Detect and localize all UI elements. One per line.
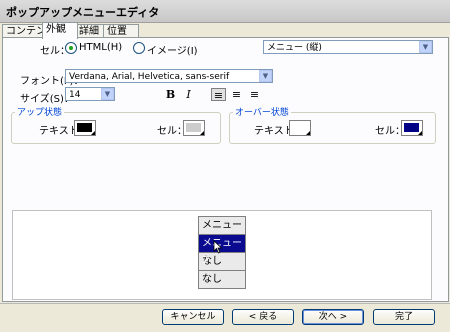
chevron-down-icon: ▼: [259, 70, 272, 82]
footer-separator: [0, 303, 450, 304]
chevron-down-icon: ▼: [419, 41, 432, 53]
title-bar: ポップアップメニューエディタ: [0, 0, 450, 23]
up-state-title: アップ状態: [15, 105, 65, 118]
menu-preview: メニュー1 メニュー2 なし なし: [12, 210, 432, 300]
orientation-select[interactable]: メニュー (縦) ▼: [263, 40, 433, 54]
up-text-color-picker[interactable]: [74, 120, 96, 136]
up-cell-color-swatch: [186, 123, 201, 132]
picker-arrow-icon: [418, 131, 422, 135]
over-cell-color-swatch: [404, 123, 419, 132]
up-text-color-swatch: [77, 123, 92, 132]
chevron-down-icon: ▼: [101, 88, 114, 100]
align-center-button[interactable]: ≡: [229, 88, 244, 101]
font-value: Verdana, Arial, Helvetica, sans-serif: [69, 72, 230, 82]
up-cell-color-picker[interactable]: [183, 120, 205, 136]
align-center-icon: ≡: [231, 88, 242, 101]
over-cell-color-picker[interactable]: [401, 120, 423, 136]
bold-button[interactable]: B: [163, 88, 178, 101]
window-title: ポップアップメニューエディタ: [6, 6, 160, 19]
back-button[interactable]: < 戻る: [232, 309, 294, 325]
orientation-value: メニュー (縦): [267, 43, 322, 53]
html-radio[interactable]: [65, 42, 77, 54]
preview-menu: メニュー1 メニュー2 なし なし: [198, 216, 246, 289]
cancel-button[interactable]: キャンセル: [162, 309, 224, 325]
picker-arrow-icon: [91, 131, 95, 135]
next-button[interactable]: 次へ >: [302, 309, 364, 325]
html-radio-label[interactable]: HTML(H): [79, 42, 122, 53]
picker-arrow-icon: [306, 131, 310, 135]
size-select[interactable]: 14 ▼: [65, 87, 115, 101]
preview-menu-item-4: なし: [202, 274, 222, 285]
over-text-color-swatch: [292, 123, 307, 132]
over-text-color-picker[interactable]: [289, 120, 311, 136]
align-left-button[interactable]: ≡: [211, 88, 226, 102]
image-radio[interactable]: [133, 42, 145, 54]
over-state-title: オーバー状態: [233, 105, 291, 118]
preview-menu-item-2: メニュー2: [199, 235, 245, 266]
preview-menu-item-1: メニュー1: [199, 217, 245, 248]
image-radio-label[interactable]: イメージ(I): [147, 42, 198, 57]
align-left-icon: ≡: [213, 89, 224, 102]
align-right-icon: ≡: [249, 88, 260, 101]
italic-button[interactable]: I: [181, 88, 196, 101]
align-right-button[interactable]: ≡: [247, 88, 262, 101]
cursor-icon: [213, 240, 223, 254]
tab-appearance[interactable]: 外観: [42, 22, 78, 39]
size-value: 14: [69, 90, 81, 100]
finish-button[interactable]: 完了: [373, 309, 435, 325]
picker-arrow-icon: [200, 131, 204, 135]
font-select[interactable]: Verdana, Arial, Helvetica, sans-serif ▼: [65, 69, 273, 83]
